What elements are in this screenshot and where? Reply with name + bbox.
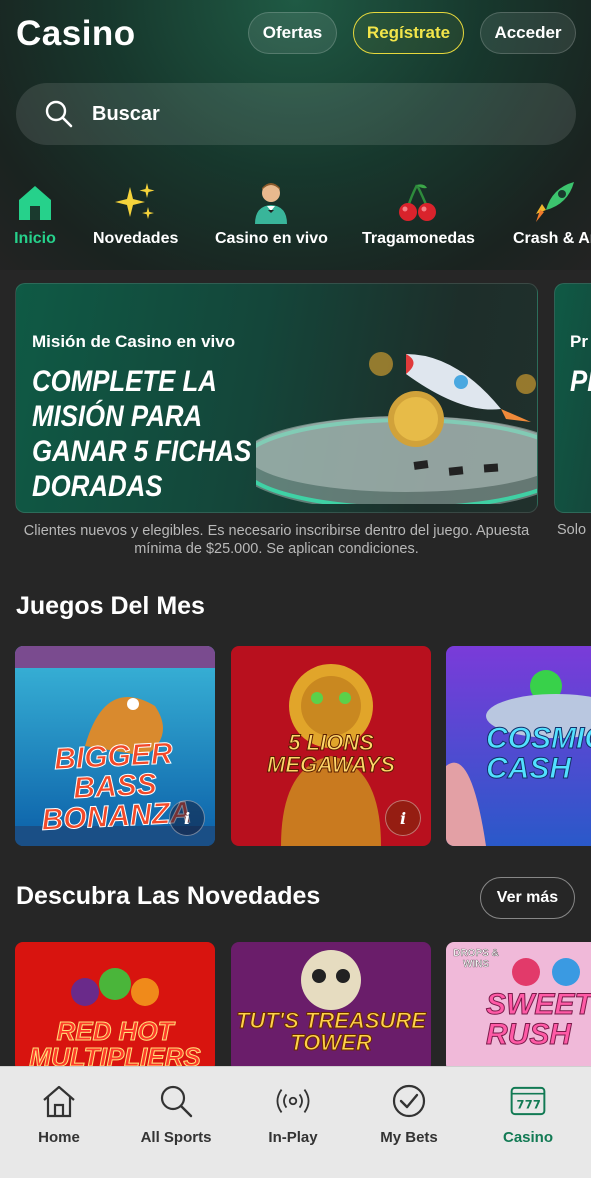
nav-label: Home: [38, 1129, 80, 1146]
game-title: SWEET RUSH: [486, 988, 591, 1051]
slot-machine-icon: 7 7 7: [510, 1083, 546, 1119]
game-tile[interactable]: TUT'S TREASURE TOWER: [231, 942, 431, 1072]
game-tile[interactable]: COSMIC CASH: [446, 646, 591, 846]
promo-title: Pr: [570, 332, 588, 351]
register-button[interactable]: Regístrate: [353, 12, 464, 54]
promo-disclaimer-next: Solo: [557, 522, 587, 538]
game-title: 5 LIONS MEGAWAYS: [267, 730, 396, 777]
nav-my-bets[interactable]: My Bets: [350, 1067, 468, 1178]
promo-headline: COMPLETE LA MISIÓN PARA GANAR 5 FICHAS D…: [32, 365, 252, 503]
category-label: Crash & Ar: [513, 230, 591, 247]
rocket-icon: [532, 180, 576, 224]
nav-label: Casino: [502, 1129, 553, 1146]
game-title: RED HOT MULTIPLIERS: [29, 1016, 201, 1072]
search-input[interactable]: Buscar: [92, 103, 160, 126]
search-icon: [45, 100, 73, 128]
nav-all-sports[interactable]: All Sports: [117, 1067, 235, 1178]
promo-headline: PI C RI: [570, 365, 591, 398]
category-label: Novedades: [93, 230, 179, 247]
category-crash[interactable]: Crash & Ar: [513, 180, 591, 248]
cherries-icon: [396, 180, 440, 224]
promo-title: Misión de Casino en vivo: [32, 332, 236, 351]
search-bar[interactable]: Buscar: [16, 83, 576, 145]
game-tile[interactable]: 5 LIONS MEGAWAYS i: [231, 646, 431, 846]
category-label: Casino en vivo: [215, 230, 328, 247]
category-label: Tragamonedas: [362, 230, 475, 247]
info-button[interactable]: i: [385, 800, 421, 836]
ofertas-button[interactable]: Ofertas: [248, 12, 337, 54]
category-bar: Inicio Novedades Casino en vivo Tragamon…: [0, 180, 591, 255]
nav-label: In-Play: [268, 1129, 318, 1146]
nav-label: All Sports: [140, 1129, 212, 1146]
login-button[interactable]: Acceder: [480, 12, 576, 54]
dealer-icon: [249, 180, 293, 224]
section-title-novedades: Descubra Las Novedades: [16, 882, 321, 910]
section-title-juegos-del-mes: Juegos Del Mes: [16, 592, 205, 620]
info-button[interactable]: i: [169, 800, 205, 836]
home-outline-icon: [41, 1083, 77, 1119]
category-casino-en-vivo[interactable]: Casino en vivo: [215, 180, 328, 248]
svg-text:7: 7: [517, 1097, 525, 1111]
nav-in-play[interactable]: In-Play: [234, 1067, 352, 1178]
home-icon: [13, 180, 57, 224]
live-table-illustration: [256, 352, 537, 504]
category-label: Inicio: [14, 230, 56, 247]
svg-text:7: 7: [533, 1097, 541, 1111]
category-novedades[interactable]: Novedades: [93, 180, 178, 248]
drops-wins-badge: DROPS & WINS: [453, 948, 499, 970]
game-title: COSMIC CASH: [486, 722, 591, 785]
search-icon: [158, 1083, 194, 1119]
category-inicio[interactable]: Inicio: [13, 180, 57, 248]
check-circle-icon: [391, 1083, 427, 1119]
game-tile[interactable]: RED HOT MULTIPLIERS: [15, 942, 215, 1072]
live-signal-icon: [275, 1083, 311, 1119]
promo-disclaimer: Clientes nuevos y elegibles. Es necesari…: [23, 523, 530, 557]
svg-text:7: 7: [525, 1097, 533, 1111]
promo-banner-next[interactable]: Pr PI C RI: [554, 283, 591, 513]
nav-home[interactable]: Home: [0, 1067, 118, 1178]
promo-banner[interactable]: Misión de Casino en vivo COMPLETE LA MIS…: [15, 283, 538, 513]
sparkles-icon: [114, 180, 158, 224]
header: Casino Ofertas Regístrate Acceder: [0, 0, 591, 68]
bottom-nav: Home All Sports In-Play My Bets 7 7 7 Ca…: [0, 1066, 591, 1178]
casino-logo[interactable]: Casino: [16, 14, 136, 54]
game-tile[interactable]: BIGGER BASS BONANZA i: [15, 646, 215, 846]
nav-casino[interactable]: 7 7 7 Casino: [469, 1067, 587, 1178]
nav-label: My Bets: [380, 1129, 438, 1146]
game-title: TUT'S TREASURE TOWER: [236, 1008, 427, 1055]
ver-mas-button[interactable]: Ver más: [480, 877, 575, 919]
category-tragamonedas[interactable]: Tragamonedas: [362, 180, 475, 248]
game-tile[interactable]: DROPS & WINS SWEET RUSH: [446, 942, 591, 1072]
